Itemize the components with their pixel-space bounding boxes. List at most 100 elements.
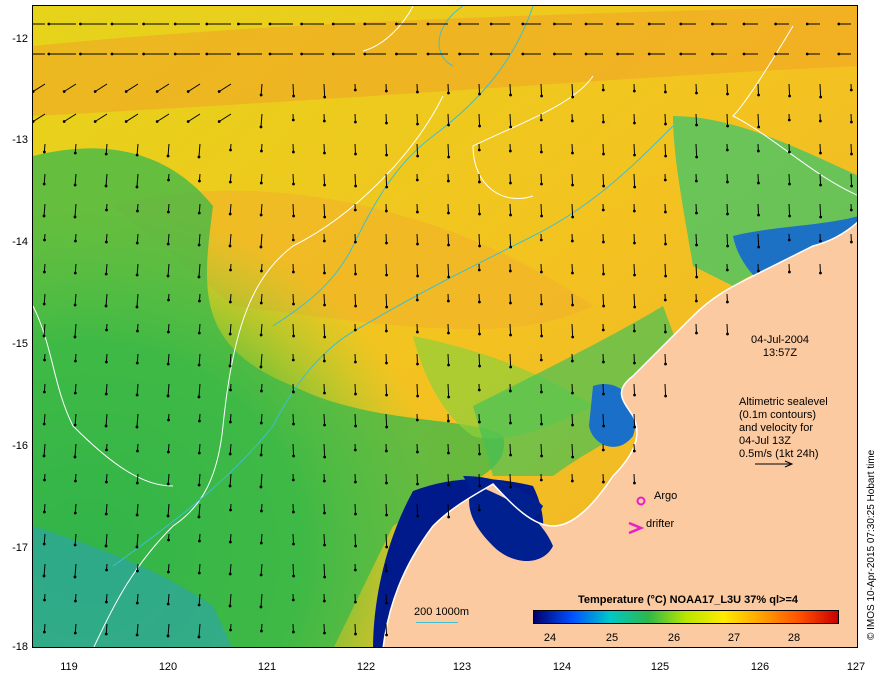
velocity-arrow-head [757,245,761,249]
velocity-arrow-head [73,423,77,427]
velocity-arrow-head [354,512,357,516]
velocity-arrow-head [632,209,636,213]
date-label: 04-Jul-2004 [750,334,810,346]
velocity-arrow-head [186,90,190,93]
velocity-arrow-head [43,238,46,242]
velocity-arrow-head [173,52,177,56]
velocity-arrow-head [726,212,729,216]
velocity-arrow-head [354,272,357,276]
velocity-arrow-head [228,572,232,576]
velocity-arrow [447,263,450,278]
velocity-arrow-head [300,22,304,26]
velocity-arrow-head [166,634,170,638]
velocity-arrow-head [323,575,327,579]
velocity-arrow-head [837,22,841,26]
velocity-arrow-head [353,120,357,124]
velocity-arrow-head [742,22,746,26]
velocity-arrow-head [228,300,232,304]
velocity-arrow-head [73,391,77,395]
velocity-arrow-head [446,419,450,423]
velocity-arrow-head [259,541,263,545]
velocity-arrow-head [602,424,605,428]
velocity-arrow-head [104,272,108,276]
velocity-arrow-head [228,332,232,336]
velocity-arrow-head [508,389,512,393]
velocity-arrow-head [43,478,46,482]
velocity-arrow-head [694,299,698,303]
velocity-arrow-head [259,93,263,97]
velocity-arrow-head [805,22,809,26]
velocity-arrow [664,143,667,157]
velocity-arrow-head [104,152,108,156]
velocity-arrow-head [136,209,139,213]
velocity-arrow-head [197,451,201,455]
velocity-arrow-head [663,90,667,94]
velocity-arrow-head [819,215,823,219]
velocity-arrow-head [228,364,232,368]
velocity-arrow-head [395,52,398,56]
colorbar-tick: 28 [787,632,801,644]
velocity-arrow [292,563,295,577]
velocity-arrow-head [323,215,327,219]
velocity-arrow [695,143,698,158]
velocity-arrow-head [291,150,295,154]
velocity-arrow-head [602,272,605,276]
velocity-arrow-head [259,421,263,425]
velocity-arrow-head [354,304,357,308]
velocity-arrow-head [458,52,462,56]
velocity-arrow-head [385,481,388,485]
velocity-arrow [509,113,512,128]
velocity-arrow [571,293,574,306]
velocity-arrow-head [42,542,46,546]
velocity-arrow [385,533,388,548]
velocity-arrow-head [787,118,791,122]
velocity-arrow-head [725,300,729,304]
velocity-arrow-head [385,425,389,429]
velocity-arrow [633,263,636,276]
velocity-arrow-head [166,210,170,214]
velocity-arrow-head [385,185,389,189]
velocity-arrow-head [197,363,201,367]
velocity-arrow-head [385,393,388,397]
velocity-arrow-head [124,90,128,93]
velocity-arrow-head [167,178,170,182]
velocity-arrow [633,173,636,188]
velocity-arrow-head [104,480,108,484]
velocity-arrow-head [664,122,667,126]
velocity-arrow-head [42,454,46,458]
velocity-arrow-head [508,149,512,153]
velocity-arrow [509,323,512,336]
velocity-arrow-head [142,52,146,56]
velocity-arrow-head [602,184,605,188]
velocity-arrow [385,383,388,396]
velocity-arrow [757,113,760,128]
velocity-arrow-head [197,603,201,607]
velocity-arrow-head [104,360,108,364]
depth-legend: 200 1000m [414,606,470,618]
velocity-arrow-head [323,303,326,307]
velocity-arrow [385,143,388,156]
velocity-arrow-head [300,52,304,56]
velocity-arrow [323,323,326,338]
velocity-arrow-head [229,628,232,632]
velocity-arrow-head [42,510,46,514]
velocity-arrow-head [787,270,791,274]
velocity-arrow-head [229,388,232,392]
velocity-arrow-head [323,631,326,635]
velocity-arrow-head [104,600,108,604]
velocity-arrow-head [601,88,605,92]
velocity-arrow-head [426,52,430,56]
velocity-arrow-head [42,302,46,306]
velocity-arrow [385,173,388,188]
velocity-arrow-head [79,22,82,26]
velocity-arrow-head [73,215,77,219]
velocity-arrow-head [849,208,853,212]
lat-tick-label: -18 [12,641,28,653]
velocity-arrow-head [186,120,190,123]
velocity-arrow-head [354,632,357,636]
velocity-arrow-head [198,299,201,303]
velocity-arrow-head [509,125,513,129]
altimetry-info: Altimetric sealevel (0.1m contours) and … [739,396,828,461]
velocity-arrow [571,323,574,338]
velocity-arrow-head [353,448,357,452]
